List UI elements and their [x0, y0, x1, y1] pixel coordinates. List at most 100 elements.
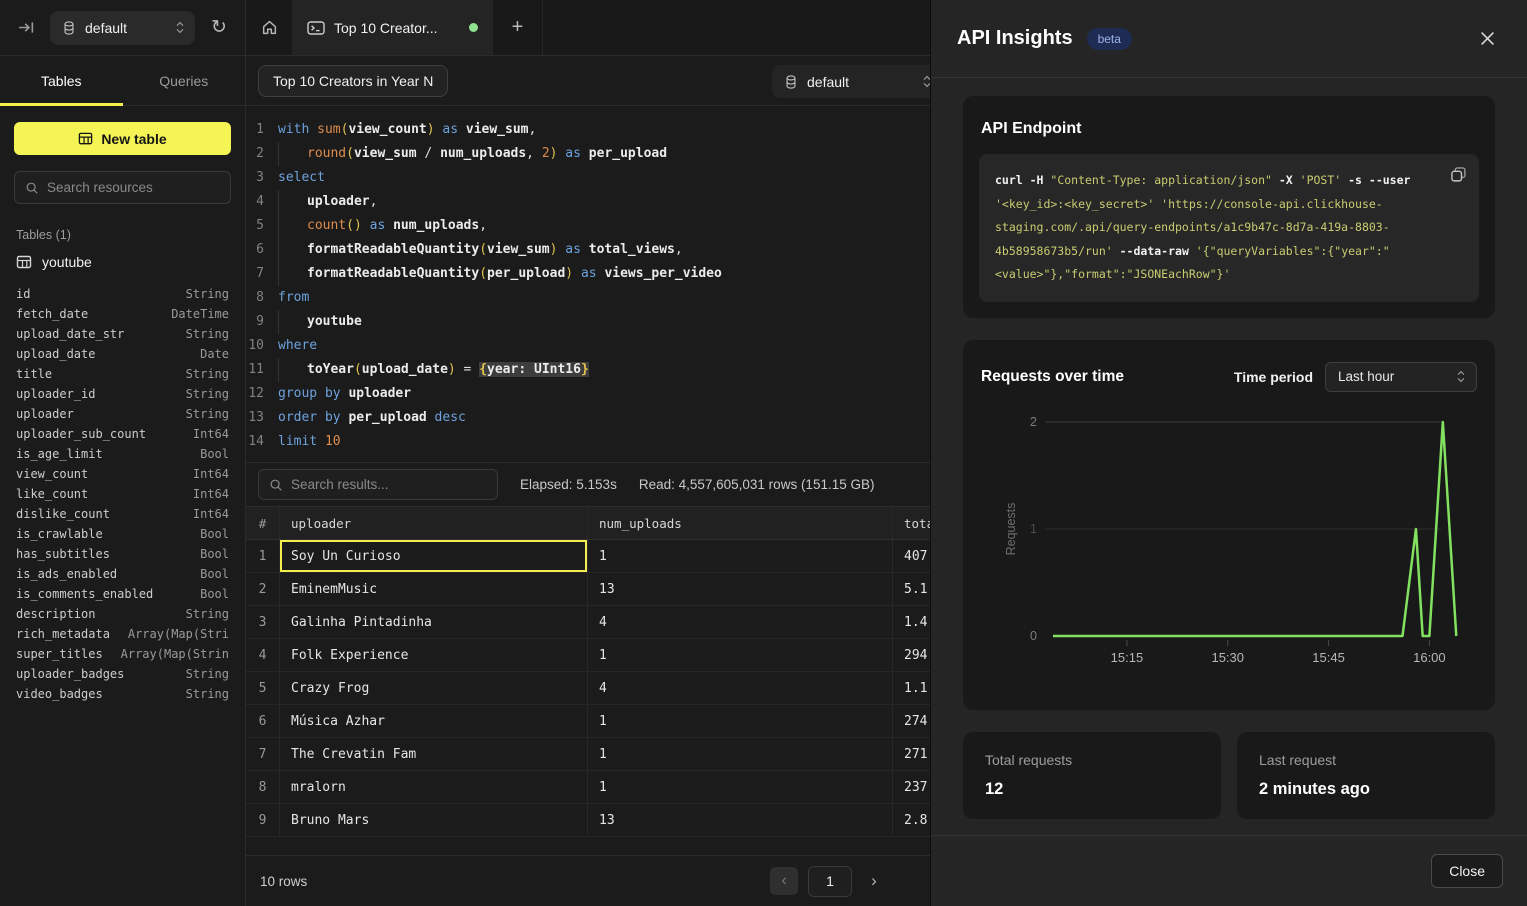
- api-endpoint-card: API Endpoint curl -H "Content-Type: appl…: [963, 96, 1495, 318]
- sql-editor[interactable]: 1with sum(view_count) as view_sum,2round…: [246, 106, 930, 462]
- uploader-cell[interactable]: Galinha Pintadinha: [280, 606, 588, 638]
- database-icon: [784, 74, 798, 90]
- tab-queries[interactable]: Queries: [123, 56, 246, 105]
- column-header-num-uploads[interactable]: num_uploads: [588, 507, 893, 539]
- column-name: is_age_limit: [16, 444, 103, 464]
- total-views-cell[interactable]: 294: [893, 639, 930, 671]
- uploader-cell[interactable]: EminemMusic: [280, 573, 588, 605]
- num-uploads-cell[interactable]: 4: [588, 672, 893, 704]
- column-header-total-views[interactable]: total_views: [893, 507, 930, 539]
- num-uploads-cell[interactable]: 4: [588, 606, 893, 638]
- uploader-cell[interactable]: Folk Experience: [280, 639, 588, 671]
- row-index-cell[interactable]: 8: [246, 771, 280, 803]
- editor-database-selector[interactable]: default: [772, 65, 930, 98]
- close-button[interactable]: Close: [1431, 854, 1503, 888]
- uploader-cell[interactable]: Música Azhar: [280, 705, 588, 737]
- query-title[interactable]: Top 10 Creators in Year N: [258, 65, 448, 97]
- num-uploads-cell[interactable]: 1: [588, 771, 893, 803]
- code-line: 2round(view_sum / num_uploads, 2) as per…: [246, 142, 930, 166]
- column-type: String: [186, 604, 229, 624]
- refresh-icon[interactable]: ↻: [207, 16, 231, 40]
- resource-search-input[interactable]: [47, 180, 220, 195]
- uploader-cell[interactable]: The Crevatin Fam: [280, 738, 588, 770]
- line-number: 2: [246, 142, 278, 166]
- total-views-cell[interactable]: 5.1: [893, 573, 930, 605]
- results-table: # uploader num_uploads total_views 1Soy …: [246, 506, 930, 855]
- row-index-cell[interactable]: 9: [246, 804, 280, 836]
- line-number: 8: [246, 286, 278, 310]
- results-footer: 10 rows ‹ 1 ›: [246, 855, 930, 906]
- total-views-cell[interactable]: 1.1: [893, 672, 930, 704]
- row-index-cell[interactable]: 7: [246, 738, 280, 770]
- uploader-cell[interactable]: Crazy Frog: [280, 672, 588, 704]
- svg-text:15:45: 15:45: [1312, 650, 1345, 665]
- column-type: Bool: [200, 564, 229, 584]
- column-name: uploader_badges: [16, 664, 124, 684]
- home-tab[interactable]: [246, 0, 293, 55]
- new-tab-button[interactable]: +: [493, 0, 543, 55]
- column-name: uploader_id: [16, 384, 95, 404]
- results-toolbar: Elapsed: 5.153s Read: 4,557,605,031 rows…: [246, 462, 930, 506]
- column-type: String: [186, 364, 229, 384]
- row-index-cell[interactable]: 5: [246, 672, 280, 704]
- copy-icon[interactable]: [1450, 166, 1467, 183]
- resource-search[interactable]: [14, 171, 231, 204]
- num-uploads-cell[interactable]: 13: [588, 573, 893, 605]
- row-index-cell[interactable]: 1: [246, 540, 280, 572]
- total-views-cell[interactable]: 271: [893, 738, 930, 770]
- column-name: super_titles: [16, 644, 103, 664]
- results-search[interactable]: [258, 469, 498, 500]
- curl-token: 'POST': [1300, 173, 1342, 187]
- sidebar-collapse-icon[interactable]: [14, 16, 38, 40]
- results-rows: 1Soy Un Curioso14072EminemMusic135.13Gal…: [246, 540, 930, 837]
- table-row: 4Folk Experience1294: [246, 639, 930, 672]
- chevron-updown-icon: [1456, 369, 1466, 384]
- row-index-cell[interactable]: 2: [246, 573, 280, 605]
- column-type: Date: [200, 344, 229, 364]
- schema-column: dislike_countInt64: [16, 504, 229, 524]
- uploader-cell[interactable]: Bruno Mars: [280, 804, 588, 836]
- results-search-input[interactable]: [291, 477, 487, 492]
- total-views-cell[interactable]: 407: [893, 540, 930, 572]
- elapsed-time: Elapsed: 5.153s: [520, 477, 617, 492]
- column-header-uploader[interactable]: uploader: [280, 507, 588, 539]
- total-views-cell[interactable]: 1.4: [893, 606, 930, 638]
- total-views-cell[interactable]: 274: [893, 705, 930, 737]
- num-uploads-cell[interactable]: 1: [588, 705, 893, 737]
- row-count: 10 rows: [260, 874, 307, 889]
- column-name: view_count: [16, 464, 88, 484]
- svg-text:1: 1: [1030, 522, 1037, 536]
- num-uploads-cell[interactable]: 1: [588, 639, 893, 671]
- time-period-select[interactable]: Last hour: [1325, 362, 1477, 392]
- table-row: 1Soy Un Curioso1407: [246, 540, 930, 573]
- stat-card: Last request2 minutes ago: [1237, 732, 1495, 819]
- uploader-cell[interactable]: mralorn: [280, 771, 588, 803]
- current-page[interactable]: 1: [808, 866, 852, 897]
- database-selector[interactable]: default: [50, 11, 195, 45]
- close-icon[interactable]: [1480, 31, 1495, 46]
- line-number: 12: [246, 382, 278, 406]
- row-index-cell[interactable]: 4: [246, 639, 280, 671]
- new-table-button[interactable]: New table: [14, 122, 231, 155]
- column-type: String: [186, 284, 229, 304]
- num-uploads-cell[interactable]: 1: [588, 738, 893, 770]
- uploader-cell[interactable]: Soy Un Curioso: [280, 540, 588, 572]
- num-uploads-cell[interactable]: 13: [588, 804, 893, 836]
- row-index-cell[interactable]: 3: [246, 606, 280, 638]
- total-views-cell[interactable]: 237: [893, 771, 930, 803]
- panel-header: API Insights beta: [931, 0, 1527, 78]
- previous-page-button[interactable]: ‹: [770, 867, 798, 895]
- query-tab-top-10-creators[interactable]: Top 10 Creator...: [293, 0, 493, 55]
- tab-tables[interactable]: Tables: [0, 56, 123, 105]
- table-row: 8mralorn1237: [246, 771, 930, 804]
- column-name: has_subtitles: [16, 544, 110, 564]
- curl-token: --data-raw: [1113, 244, 1196, 258]
- row-index-cell[interactable]: 6: [246, 705, 280, 737]
- num-uploads-cell[interactable]: 1: [588, 540, 893, 572]
- column-header-index[interactable]: #: [246, 507, 280, 539]
- time-period-value: Last hour: [1338, 369, 1394, 384]
- stats-row: Total requests12Last request2 minutes ag…: [963, 732, 1495, 819]
- total-views-cell[interactable]: 2.8: [893, 804, 930, 836]
- table-item-youtube[interactable]: youtube: [16, 254, 229, 270]
- next-page-button[interactable]: ›: [862, 867, 886, 895]
